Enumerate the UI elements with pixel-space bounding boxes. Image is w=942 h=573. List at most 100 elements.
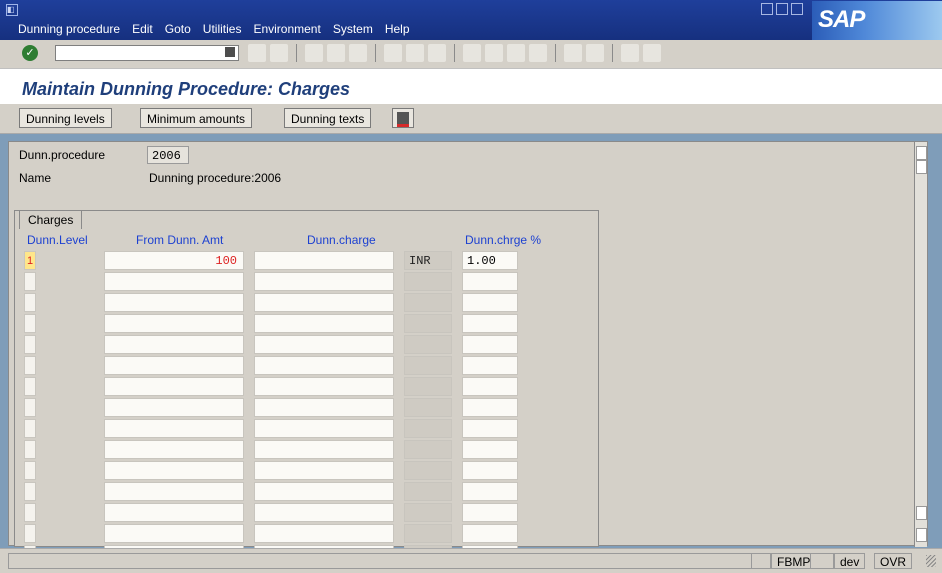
dunning-levels-button[interactable]: Dunning levels [19,108,112,128]
exit-icon[interactable] [327,44,345,62]
charge-cell[interactable] [254,398,394,417]
minimum-amounts-button[interactable]: Minimum amounts [140,108,253,128]
scroll-bottom-icon[interactable] [916,528,927,542]
from-amount-cell[interactable]: 100 [104,251,244,270]
green-back-icon[interactable] [305,44,323,62]
cancel-icon[interactable] [349,44,367,62]
charge-cell[interactable] [254,524,394,543]
from-amount-cell[interactable] [104,440,244,459]
from-amount-cell[interactable] [104,272,244,291]
charge-cell[interactable] [254,251,394,270]
find-icon[interactable] [406,44,424,62]
charge-percent-cell[interactable] [462,314,518,333]
charge-percent-cell[interactable] [462,377,518,396]
resize-grip-icon[interactable] [926,555,936,567]
settings-icon[interactable] [586,44,604,62]
help-icon[interactable] [621,44,639,62]
tab-charges[interactable]: Charges [19,210,83,229]
from-amount-cell[interactable] [104,524,244,543]
from-amount-cell[interactable] [104,419,244,438]
menu-item-goto[interactable]: Goto [165,22,191,36]
prev-page-icon[interactable] [485,44,503,62]
row-level[interactable] [24,440,36,459]
restore-icon[interactable] [776,3,788,15]
from-amount-cell[interactable] [104,293,244,312]
row-level[interactable] [24,272,36,291]
save-icon[interactable] [270,44,288,62]
row-level[interactable] [24,377,36,396]
menu-item-edit[interactable]: Edit [132,22,153,36]
first-page-icon[interactable] [463,44,481,62]
from-amount-cell[interactable] [104,482,244,501]
scroll-up-icon[interactable] [916,160,927,174]
from-amount-cell[interactable] [104,461,244,480]
charge-cell[interactable] [254,503,394,522]
menu-item-help[interactable]: Help [385,22,410,36]
row-level[interactable] [24,482,36,501]
menu-item-utilities[interactable]: Utilities [203,22,242,36]
from-amount-cell[interactable] [104,335,244,354]
row-level[interactable] [24,335,36,354]
command-field[interactable] [55,45,239,61]
charge-cell[interactable] [254,482,394,501]
close-icon[interactable] [791,3,803,15]
charge-percent-cell[interactable] [462,419,518,438]
charge-cell[interactable] [254,314,394,333]
row-level[interactable] [24,524,36,543]
scroll-down-icon[interactable] [916,506,927,520]
row-level[interactable] [24,461,36,480]
charge-cell[interactable] [254,356,394,375]
charge-percent-cell[interactable] [462,272,518,291]
charge-percent-cell[interactable] [462,461,518,480]
charge-percent-cell[interactable] [462,482,518,501]
charge-cell[interactable] [254,335,394,354]
row-level[interactable] [24,356,36,375]
minimize-icon[interactable] [761,3,773,15]
from-amount-cell[interactable] [104,377,244,396]
charge-cell[interactable] [254,272,394,291]
charge-percent-cell[interactable] [462,398,518,417]
triangle-right-icon[interactable] [751,553,771,569]
row-level[interactable] [24,503,36,522]
check-icon[interactable]: ✓ [22,45,38,61]
charge-percent-cell[interactable] [462,440,518,459]
menu-item-system[interactable]: System [333,22,373,36]
monitor-icon[interactable] [643,44,661,62]
charge-cell[interactable] [254,461,394,480]
from-amount-cell[interactable] [104,398,244,417]
save-icon[interactable] [225,47,235,57]
row-level[interactable] [24,398,36,417]
print-icon[interactable] [384,44,402,62]
find-next-icon[interactable] [428,44,446,62]
charge-percent-cell[interactable] [462,524,518,543]
charge-cell[interactable] [254,419,394,438]
row-level[interactable] [24,314,36,333]
charge-percent-cell[interactable] [462,335,518,354]
save-button[interactable] [392,108,414,128]
row-level[interactable] [24,419,36,438]
back-icon[interactable] [248,44,266,62]
menu-item-environment[interactable]: Environment [253,22,320,36]
menu-item-dunning-procedure[interactable]: Dunning procedure [18,22,120,36]
charge-percent-cell[interactable] [462,293,518,312]
charge-cell[interactable] [254,440,394,459]
vertical-scrollbar[interactable] [914,142,927,547]
layout-icon[interactable] [564,44,582,62]
charge-cell[interactable] [254,377,394,396]
from-amount-cell[interactable] [104,503,244,522]
row-level[interactable]: 1 [24,251,36,270]
from-amount-cell[interactable] [104,314,244,333]
dunning-texts-button[interactable]: Dunning texts [284,108,372,128]
charge-cell[interactable] [254,293,394,312]
charge-percent-cell[interactable] [462,503,518,522]
last-page-icon[interactable] [529,44,547,62]
row-level[interactable] [24,293,36,312]
menu-icon[interactable]: ◧ [6,4,18,16]
charge-percent-cell[interactable]: 1.00 [462,251,518,270]
currency-cell [404,335,452,354]
from-amount-cell[interactable] [104,356,244,375]
charge-percent-cell[interactable] [462,356,518,375]
session-icon[interactable] [810,553,834,569]
scroll-top-icon[interactable] [916,146,927,160]
next-page-icon[interactable] [507,44,525,62]
